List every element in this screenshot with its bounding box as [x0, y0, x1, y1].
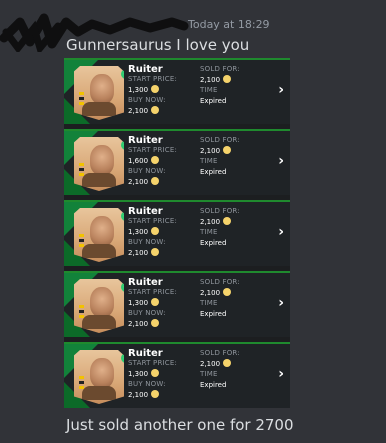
chevron-right-icon[interactable]: ›: [278, 295, 284, 311]
time-value: Expired: [200, 167, 227, 176]
sold-for-value: 2,100: [200, 216, 240, 228]
coin-icon: [151, 176, 160, 185]
start-price-label: START PRICE:: [128, 146, 178, 154]
player-face: [90, 145, 114, 175]
club-flag-icon: [79, 92, 84, 107]
player-face: [90, 74, 114, 104]
transfer-card[interactable]: ✓ Ruiter START PRICE: 1,300 BUY NOW: 2,1…: [64, 342, 290, 408]
coin-icon: [151, 247, 160, 256]
start-price-value: 1,300: [128, 368, 177, 380]
buy-now-label: BUY NOW:: [128, 96, 166, 104]
time-value: Expired: [200, 380, 227, 389]
message-text: Gunnersaurus I love you: [66, 36, 250, 54]
transfer-card[interactable]: ✓ Ruiter START PRICE: 1,300 BUY NOW: 2,1…: [64, 200, 290, 266]
sold-for-label: SOLD FOR:: [200, 278, 240, 286]
chevron-right-icon[interactable]: ›: [278, 82, 284, 98]
club-flag-icon: [79, 163, 84, 178]
price-column: START PRICE: 1,300 BUY NOW: 2,100: [128, 287, 177, 329]
chevron-right-icon[interactable]: ›: [278, 224, 284, 240]
sold-for-value: 2,100: [200, 74, 240, 86]
price-column: START PRICE: 1,300 BUY NOW: 2,100: [128, 358, 177, 400]
buy-now-label: BUY NOW:: [128, 309, 166, 317]
club-flag-icon: [79, 376, 84, 391]
time-label: TIME: [200, 299, 218, 307]
coin-icon: [151, 84, 160, 93]
club-flag-icon: [79, 234, 84, 249]
status-column: SOLD FOR: 2,100 TIME Expired: [200, 206, 240, 248]
transfer-card[interactable]: ✓ Ruiter START PRICE: 1,600 BUY NOW: 2,1…: [64, 129, 290, 195]
club-flag-icon: [79, 305, 84, 320]
coin-icon: [151, 318, 160, 327]
transfer-card[interactable]: ✓ Ruiter START PRICE: 1,300 BUY NOW: 2,1…: [64, 58, 290, 124]
status-column: SOLD FOR: 2,100 TIME Expired: [200, 348, 240, 390]
screenshot-attachment[interactable]: ✓ Ruiter START PRICE: 1,300 BUY NOW: 2,1…: [64, 58, 290, 408]
coin-icon: [151, 297, 160, 306]
buy-now-value: 2,100: [128, 318, 177, 330]
time-label: TIME: [200, 370, 218, 378]
player-shirt: [82, 102, 116, 116]
price-column: START PRICE: 1,300 BUY NOW: 2,100: [128, 74, 177, 116]
player-card-image: ✓: [74, 66, 124, 120]
player-shirt: [82, 386, 116, 400]
sold-for-label: SOLD FOR:: [200, 65, 240, 73]
start-price-label: START PRICE:: [128, 217, 178, 225]
coin-icon: [151, 226, 160, 235]
player-face: [90, 216, 114, 246]
message-timestamp: Today at 18:29: [188, 18, 270, 31]
buy-now-value: 2,100: [128, 105, 177, 117]
coin-icon: [223, 145, 232, 154]
coin-icon: [223, 287, 232, 296]
coin-icon: [151, 368, 160, 377]
sold-for-label: SOLD FOR:: [200, 349, 240, 357]
start-price-value: 1,300: [128, 226, 177, 238]
start-price-label: START PRICE:: [128, 288, 178, 296]
player-face: [90, 358, 114, 388]
player-card-image: ✓: [74, 137, 124, 191]
start-price-value: 1,600: [128, 155, 177, 167]
time-value: Expired: [200, 96, 227, 105]
time-value: Expired: [200, 309, 227, 318]
coin-icon: [151, 155, 160, 164]
player-card-image: ✓: [74, 208, 124, 262]
coin-icon: [151, 105, 160, 114]
start-price-label: START PRICE:: [128, 359, 178, 367]
sold-for-label: SOLD FOR:: [200, 136, 240, 144]
player-shirt: [82, 315, 116, 329]
coin-icon: [151, 389, 160, 398]
message-text: Just sold another one for 2700: [66, 416, 294, 434]
time-label: TIME: [200, 157, 218, 165]
status-column: SOLD FOR: 2,100 TIME Expired: [200, 64, 240, 106]
status-column: SOLD FOR: 2,100 TIME Expired: [200, 277, 240, 319]
player-face: [90, 287, 114, 317]
buy-now-label: BUY NOW:: [128, 238, 166, 246]
buy-now-label: BUY NOW:: [128, 167, 166, 175]
player-card-image: ✓: [74, 279, 124, 333]
coin-icon: [223, 74, 232, 83]
sold-for-value: 2,100: [200, 287, 240, 299]
buy-now-value: 2,100: [128, 176, 177, 188]
buy-now-value: 2,100: [128, 389, 177, 401]
sold-for-value: 2,100: [200, 145, 240, 157]
status-column: SOLD FOR: 2,100 TIME Expired: [200, 135, 240, 177]
player-shirt: [82, 173, 116, 187]
start-price-label: START PRICE:: [128, 75, 178, 83]
coin-icon: [223, 358, 232, 367]
price-column: START PRICE: 1,300 BUY NOW: 2,100: [128, 216, 177, 258]
buy-now-value: 2,100: [128, 247, 177, 259]
chevron-right-icon[interactable]: ›: [278, 366, 284, 382]
time-label: TIME: [200, 86, 218, 94]
player-card-image: ✓: [74, 350, 124, 404]
price-column: START PRICE: 1,600 BUY NOW: 2,100: [128, 145, 177, 187]
player-shirt: [82, 244, 116, 258]
start-price-value: 1,300: [128, 84, 177, 96]
time-value: Expired: [200, 238, 227, 247]
transfer-card[interactable]: ✓ Ruiter START PRICE: 1,300 BUY NOW: 2,1…: [64, 271, 290, 337]
buy-now-label: BUY NOW:: [128, 380, 166, 388]
coin-icon: [223, 216, 232, 225]
chevron-right-icon[interactable]: ›: [278, 153, 284, 169]
start-price-value: 1,300: [128, 297, 177, 309]
time-label: TIME: [200, 228, 218, 236]
sold-for-label: SOLD FOR:: [200, 207, 240, 215]
sold-for-value: 2,100: [200, 358, 240, 370]
